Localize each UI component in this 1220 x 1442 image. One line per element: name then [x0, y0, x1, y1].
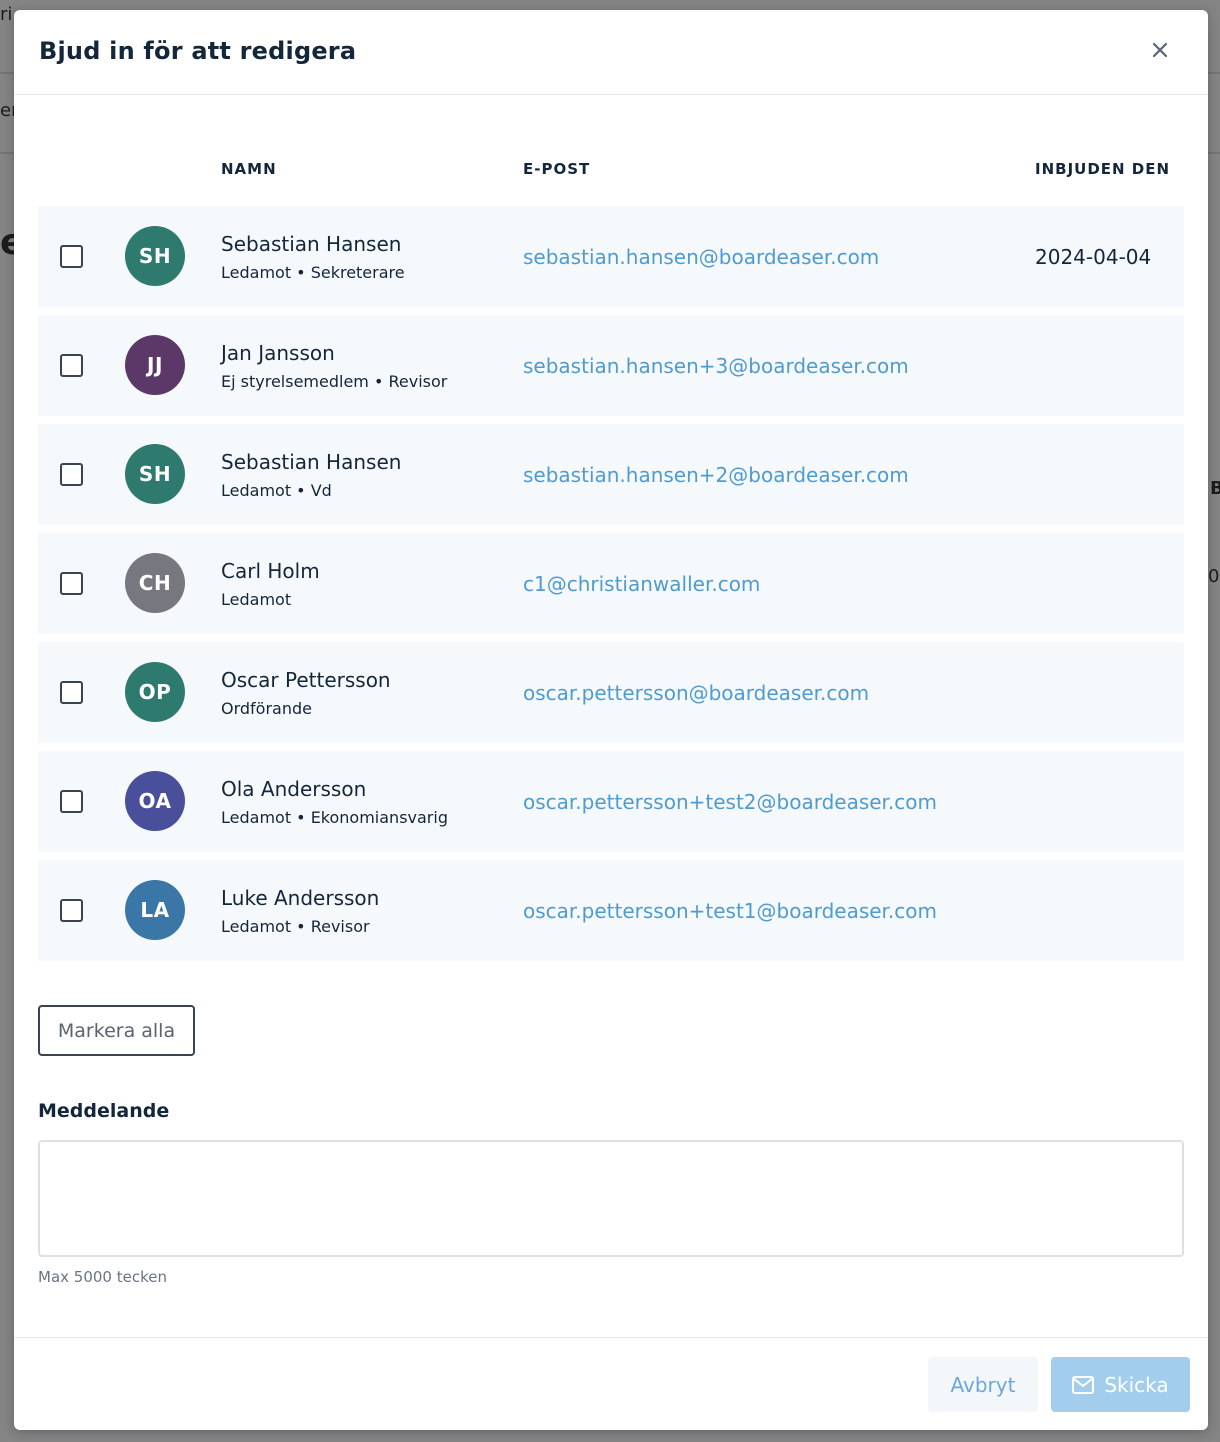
- member-name: Carl Holm: [221, 559, 320, 583]
- table-row: SH Sebastian Hansen Ledamot • Sekreterar…: [38, 206, 1184, 307]
- message-label: Meddelande: [38, 1100, 170, 1122]
- member-name: Sebastian Hansen: [221, 232, 402, 256]
- member-email-link[interactable]: sebastian.hansen@boardeaser.com: [523, 245, 879, 269]
- member-name: Jan Jansson: [221, 341, 335, 365]
- column-header-name: NAMN: [221, 160, 277, 178]
- modal-footer: Avbryt Skicka: [14, 1337, 1208, 1430]
- send-button[interactable]: Skicka: [1051, 1357, 1190, 1412]
- table-row: OP Oscar Pettersson Ordförande oscar.pet…: [38, 642, 1184, 743]
- table-row: CH Carl Holm Ledamot c1@christianwaller.…: [38, 533, 1184, 634]
- member-role: Ledamot • Revisor: [221, 917, 370, 936]
- bg-text: ri: [0, 4, 13, 25]
- member-email-link[interactable]: oscar.pettersson+test1@boardeaser.com: [523, 899, 937, 923]
- avatar: SH: [125, 226, 185, 286]
- avatar: LA: [125, 880, 185, 940]
- close-button[interactable]: [1146, 36, 1174, 64]
- bg-text: 02: [1208, 566, 1220, 587]
- member-role: Ledamot • Vd: [221, 481, 332, 500]
- table-row: LA Luke Andersson Ledamot • Revisor osca…: [38, 860, 1184, 961]
- member-email-link[interactable]: sebastian.hansen+2@boardeaser.com: [523, 463, 909, 487]
- close-icon: [1152, 42, 1168, 58]
- bg-text: B: [1210, 478, 1220, 499]
- avatar: SH: [125, 444, 185, 504]
- avatar: JJ: [125, 335, 185, 395]
- envelope-icon: [1072, 1375, 1095, 1394]
- message-char-limit-hint: Max 5000 tecken: [38, 1268, 167, 1286]
- avatar: OP: [125, 662, 185, 722]
- table-row: OA Ola Andersson Ledamot • Ekonomiansvar…: [38, 751, 1184, 852]
- select-all-button[interactable]: Markera alla: [38, 1005, 195, 1056]
- member-email-link[interactable]: sebastian.hansen+3@boardeaser.com: [523, 354, 909, 378]
- member-email-link[interactable]: c1@christianwaller.com: [523, 572, 760, 596]
- row-checkbox[interactable]: [60, 681, 83, 704]
- row-checkbox[interactable]: [60, 899, 83, 922]
- modal-header: Bjud in för att redigera: [14, 10, 1208, 95]
- cancel-button[interactable]: Avbryt: [928, 1357, 1038, 1412]
- member-role: Ledamot • Sekreterare: [221, 263, 405, 282]
- row-checkbox[interactable]: [60, 354, 83, 377]
- row-checkbox[interactable]: [60, 463, 83, 486]
- avatar: OA: [125, 771, 185, 831]
- member-name: Oscar Pettersson: [221, 668, 391, 692]
- member-email-link[interactable]: oscar.pettersson+test2@boardeaser.com: [523, 790, 937, 814]
- member-list: SH Sebastian Hansen Ledamot • Sekreterar…: [38, 206, 1184, 969]
- member-name: Luke Andersson: [221, 886, 380, 910]
- member-role: Ledamot: [221, 590, 292, 609]
- invited-date: 2024-04-04: [1035, 245, 1152, 269]
- column-header-invited: INBJUDEN DEN: [1035, 160, 1171, 178]
- table-header: NAMN E-POST INBJUDEN DEN: [14, 160, 1208, 180]
- avatar: CH: [125, 553, 185, 613]
- member-role: Ledamot • Ekonomiansvarig: [221, 808, 448, 827]
- member-name: Ola Andersson: [221, 777, 367, 801]
- column-header-email: E-POST: [523, 160, 591, 178]
- member-email-link[interactable]: oscar.pettersson@boardeaser.com: [523, 681, 869, 705]
- member-name: Sebastian Hansen: [221, 450, 402, 474]
- send-button-label: Skicka: [1104, 1372, 1169, 1397]
- row-checkbox[interactable]: [60, 572, 83, 595]
- invite-modal: Bjud in för att redigera NAMN E-POST INB…: [14, 10, 1208, 1430]
- modal-title: Bjud in för att redigera: [39, 37, 357, 65]
- member-role: Ej styrelsemedlem • Revisor: [221, 372, 448, 391]
- row-checkbox[interactable]: [60, 790, 83, 813]
- table-row: SH Sebastian Hansen Ledamot • Vd sebasti…: [38, 424, 1184, 525]
- row-checkbox[interactable]: [60, 245, 83, 268]
- message-textarea[interactable]: [38, 1140, 1184, 1257]
- table-row: JJ Jan Jansson Ej styrelsemedlem • Revis…: [38, 315, 1184, 416]
- member-role: Ordförande: [221, 699, 312, 718]
